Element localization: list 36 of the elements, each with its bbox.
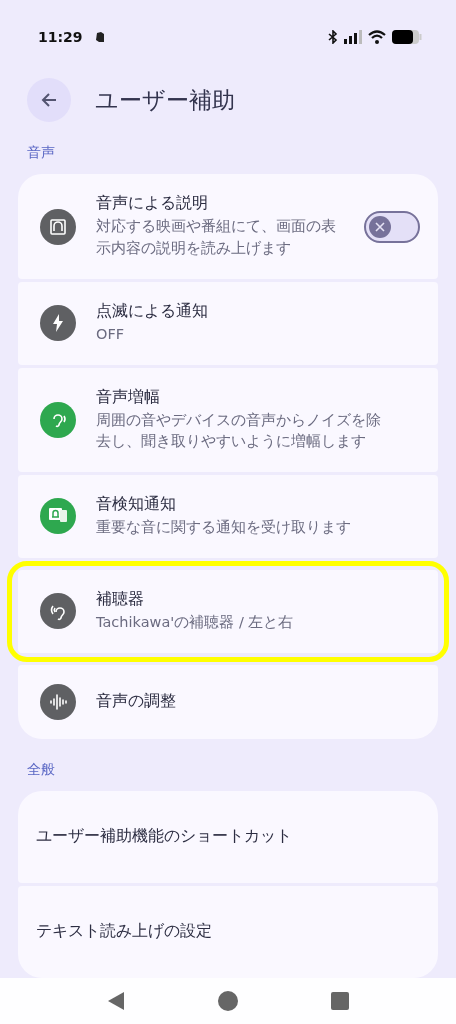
settings-item[interactable]: 音声による説明 対応する映画や番組にて、画面の表示内容の説明を読み上げます [18, 174, 438, 279]
item-subtitle: 周囲の音やデバイスの音声からノイズを除去し、聞き取りやすいように増幅します [96, 410, 381, 452]
settings-item[interactable]: 音声の調整 [18, 664, 438, 739]
item-title: 音声増幅 [96, 386, 161, 408]
recents-nav-icon[interactable] [331, 991, 350, 1010]
item-subtitle: 対応する映画や番組にて、画面の表示内容の説明を読み上げます [96, 217, 337, 258]
home-nav-icon[interactable] [218, 990, 238, 1011]
notification-icon [94, 31, 105, 44]
back-nav-icon[interactable] [106, 990, 125, 1011]
settings-item[interactable]: テキスト読み上げの設定 [18, 885, 438, 978]
section-header: 全般 [26, 759, 56, 779]
page-title: ユーザー補助 [95, 85, 235, 115]
status-time: 11:29 [38, 29, 83, 46]
settings-item[interactable]: 補聴器 Tachikawa'の補聴器 / 左と右 [18, 569, 438, 653]
signal-icon [344, 30, 362, 45]
item-subtitle: 重要な音に関する通知を受け取ります [96, 518, 352, 537]
item-subtitle: OFF [96, 324, 126, 344]
section-header: 音声 [26, 143, 56, 163]
item-title: 点滅による通知 [96, 300, 209, 322]
wifi-icon [368, 30, 386, 45]
item-title: 音声の調整 [96, 691, 177, 712]
bluetooth-icon [328, 30, 338, 45]
item-title: ユーザー補助機能のショートカット [36, 826, 293, 847]
item-title: テキスト読み上げの設定 [36, 921, 213, 942]
settings-item[interactable]: 音声増幅 周囲の音やデバイスの音声からノイズを除去し、聞き取りやすいように増幅します [18, 367, 438, 472]
close-icon [374, 220, 386, 233]
back-button[interactable] [27, 78, 71, 123]
item-subtitle: Tachikawa'の補聴器 / 左と右 [96, 612, 295, 632]
toggle-switch[interactable] [364, 210, 420, 243]
item-title: 補聴器 [96, 588, 145, 610]
settings-item[interactable]: ユーザー補助機能のショートカット [18, 790, 438, 883]
settings-item[interactable]: 音検知通知 重要な音に関する通知を受け取ります [18, 475, 438, 558]
item-title: 音検知通知 [96, 494, 177, 515]
battery-icon [392, 30, 422, 45]
item-title: 音声による説明 [96, 193, 209, 215]
settings-item[interactable]: 点滅による通知 OFF [18, 281, 438, 365]
